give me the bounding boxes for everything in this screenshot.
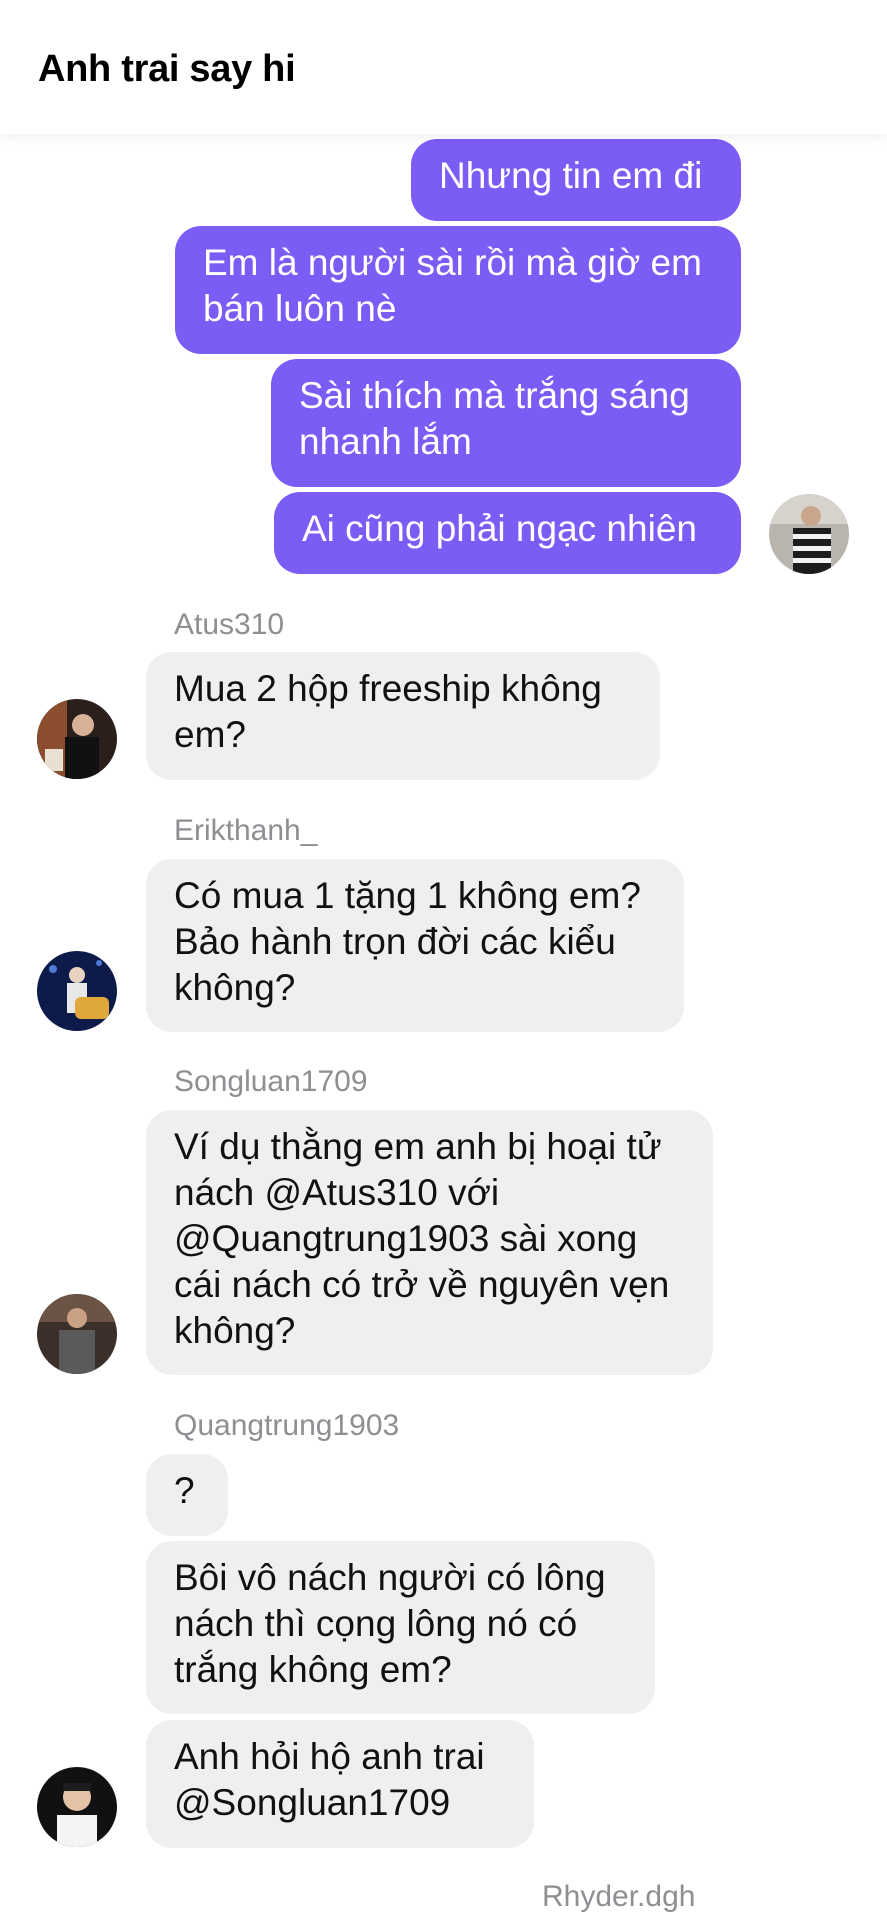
sender-name: Songluan1709: [174, 1065, 368, 1098]
chat-header: Anh trai say hi: [0, 0, 887, 134]
outgoing-message[interactable]: Nhưng tin em đi: [411, 139, 741, 221]
sender-avatar[interactable]: [37, 1767, 117, 1847]
sender-name: Atus310: [174, 608, 285, 641]
incoming-message[interactable]: Bôi vô nách người có lông nách thì cọng …: [146, 1541, 655, 1714]
sender-name: Erikthanh_: [174, 814, 318, 847]
sender-avatar[interactable]: [37, 1294, 117, 1374]
incoming-message[interactable]: Anh hỏi hộ anh trai @Songluan1709: [146, 1720, 534, 1848]
incoming-message[interactable]: Mua 2 hộp freeship không em?: [146, 652, 660, 780]
my-avatar[interactable]: [769, 494, 849, 574]
chat-title: Anh trai say hi: [38, 48, 296, 90]
sender-name: Quangtrung1903: [174, 1409, 400, 1442]
sender-avatar[interactable]: [37, 951, 117, 1031]
incoming-message[interactable]: Ví dụ thằng em anh bị hoại tử nách @Atus…: [146, 1110, 713, 1375]
incoming-message[interactable]: Có mua 1 tặng 1 không em? Bảo hành trọn …: [146, 859, 684, 1032]
outgoing-message[interactable]: Em là người sài rồi mà giờ em bán luôn n…: [175, 226, 741, 354]
incoming-message[interactable]: ?: [146, 1454, 228, 1536]
sender-name: Rhyder.dgh: [542, 1880, 696, 1913]
outgoing-message[interactable]: Sài thích mà trắng sáng nhanh lắm: [271, 359, 741, 487]
outgoing-message[interactable]: Ai cũng phải ngạc nhiên: [274, 492, 741, 574]
sender-avatar[interactable]: [37, 699, 117, 779]
